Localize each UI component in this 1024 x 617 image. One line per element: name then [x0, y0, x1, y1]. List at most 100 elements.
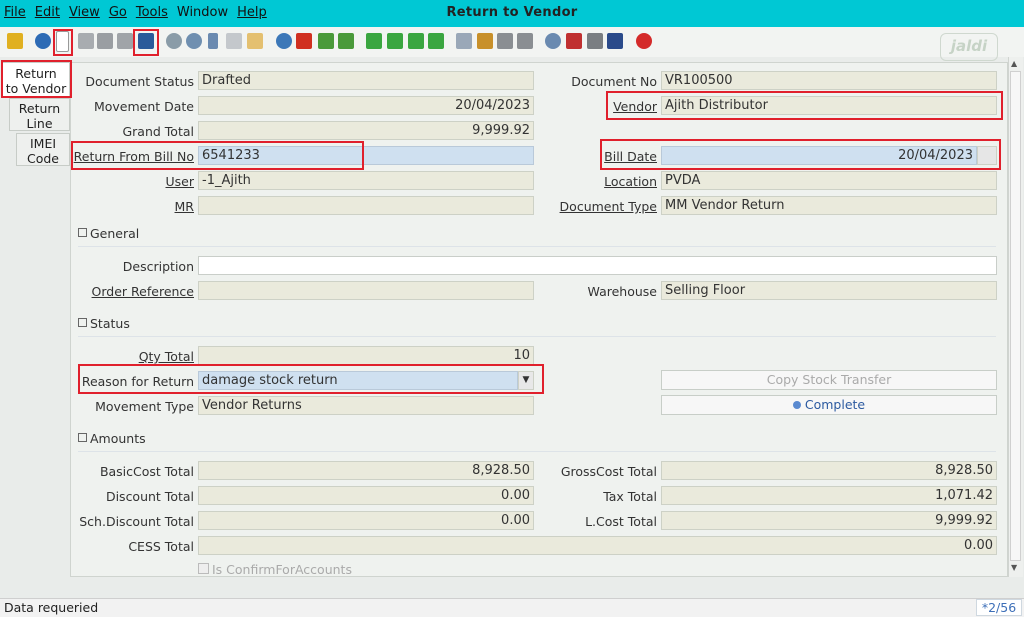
amounts-section-header[interactable]: Amounts [78, 431, 996, 452]
return-from-bill-no-label: Return From Bill No [73, 149, 194, 164]
toolbar [0, 27, 1024, 57]
home-icon[interactable] [276, 33, 292, 49]
archive-icon[interactable] [477, 33, 493, 49]
menu-file[interactable]: File [4, 5, 26, 20]
order-reference-field[interactable] [198, 281, 534, 300]
scroll-up-icon[interactable]: ▲ [1011, 59, 1017, 68]
attachment-icon[interactable] [208, 33, 218, 49]
history-icon[interactable] [247, 33, 263, 49]
tax-total-label: Tax Total [603, 489, 657, 504]
scroll-down-icon[interactable]: ▼ [1011, 563, 1017, 572]
save-icon[interactable] [138, 33, 154, 49]
document-status-label: Document Status [85, 74, 194, 89]
delete-icon[interactable] [97, 33, 113, 49]
delete-selection-icon[interactable] [117, 33, 133, 49]
menu-tools[interactable]: Tools [136, 5, 168, 20]
undo-icon[interactable] [7, 33, 23, 49]
collapse-icon [78, 433, 87, 442]
discount-total-label: Discount Total [105, 489, 194, 504]
title-bar: Return to Vendor File Edit View Go Tools… [0, 0, 1024, 27]
jaldi-logo: jaldi [940, 33, 998, 61]
qty-total-label: Qty Total [138, 349, 194, 364]
bill-date-input[interactable]: 20/04/2023 [661, 146, 977, 165]
vendor-field[interactable]: Ajith Distributor [661, 96, 997, 115]
tab-label-line1: Return [15, 66, 57, 81]
refresh-icon[interactable] [166, 33, 182, 49]
status-section-header[interactable]: Status [78, 316, 996, 337]
menu-window[interactable]: Window [177, 5, 228, 20]
mr-label: MR [174, 199, 194, 214]
sch-discount-total-field: 0.00 [198, 511, 534, 530]
tab-label-line2: Code [26, 151, 59, 166]
scroll-thumb[interactable] [1010, 71, 1021, 561]
description-input[interactable] [198, 256, 997, 275]
menu-go[interactable]: Go [109, 5, 127, 20]
workflow-icon[interactable] [566, 33, 582, 49]
description-label: Description [122, 259, 194, 274]
is-confirm-label: Is ConfirmForAccounts [212, 562, 352, 577]
report-icon[interactable] [456, 33, 472, 49]
menu-view[interactable]: View [69, 5, 100, 20]
is-confirm-for-accounts-checkbox[interactable]: Is ConfirmForAccounts [198, 562, 352, 577]
request-icon[interactable] [587, 33, 603, 49]
l-cost-total-field: 9,999.92 [661, 511, 997, 530]
document-type-field[interactable]: MM Vendor Return [661, 196, 997, 215]
status-bar: Data requeried *2/56 [0, 598, 1024, 617]
tab-label-line1: Return [18, 101, 61, 116]
movement-type-label: Movement Type [95, 399, 194, 414]
basic-cost-total-field: 8,928.50 [198, 461, 534, 480]
calendar-icon[interactable] [977, 146, 997, 165]
print-icon[interactable] [517, 33, 533, 49]
document-no-field: VR100500 [661, 71, 997, 90]
back-icon[interactable] [318, 33, 334, 49]
cess-total-field: 0.00 [198, 536, 997, 555]
copy-stock-transfer-button[interactable]: Copy Stock Transfer [661, 370, 997, 390]
user-field[interactable]: -1_Ajith [198, 171, 534, 190]
previous-record-icon[interactable] [387, 33, 403, 49]
warehouse-field[interactable]: Selling Floor [661, 281, 997, 300]
parent-icon[interactable] [296, 33, 312, 49]
checkbox-icon [198, 563, 209, 574]
first-record-icon[interactable] [366, 33, 382, 49]
general-section-header[interactable]: General [78, 226, 996, 247]
record-pager[interactable]: *2/56 [976, 599, 1022, 616]
qty-total-field: 10 [198, 346, 534, 365]
zoom-across-icon[interactable] [545, 33, 561, 49]
forward-icon[interactable] [338, 33, 354, 49]
movement-date-label: Movement Date [93, 99, 194, 114]
product-info-icon[interactable] [607, 33, 623, 49]
tab-return-to-vendor[interactable]: Return to Vendor [2, 62, 70, 98]
tab-return-line[interactable]: Return Line [9, 98, 70, 131]
general-section-title: General [90, 226, 140, 241]
user-label: User [165, 174, 195, 189]
movement-date-field[interactable]: 20/04/2023 [198, 96, 534, 115]
complete-button[interactable]: Complete [661, 395, 997, 415]
discount-total-field: 0.00 [198, 486, 534, 505]
tab-imei-code[interactable]: IMEI Code [16, 133, 70, 166]
last-record-icon[interactable] [428, 33, 444, 49]
return-from-bill-no-input[interactable]: 6541233 [198, 146, 534, 165]
tab-label-line1: IMEI [29, 136, 57, 151]
location-field[interactable]: PVDA [661, 171, 997, 190]
menu-bar: File Edit View Go Tools Window Help [4, 5, 276, 20]
tab-label-line2: Line [26, 116, 53, 131]
copy-record-icon[interactable] [78, 33, 94, 49]
l-cost-total-label: L.Cost Total [585, 514, 657, 529]
complete-label: Complete [804, 397, 866, 412]
close-window-icon[interactable] [636, 33, 652, 49]
print-preview-icon[interactable] [497, 33, 513, 49]
cess-total-label: CESS Total [128, 539, 194, 554]
reason-for-return-select[interactable]: damage stock return [198, 371, 518, 390]
mr-field[interactable] [198, 196, 534, 215]
help-icon[interactable] [35, 33, 51, 49]
menu-help[interactable]: Help [237, 5, 267, 20]
gross-cost-total-field: 8,928.50 [661, 461, 997, 480]
new-record-icon[interactable] [56, 31, 69, 52]
next-record-icon[interactable] [408, 33, 424, 49]
section-divider [78, 336, 996, 337]
menu-edit[interactable]: Edit [35, 5, 60, 20]
chat-icon[interactable] [226, 33, 242, 49]
vertical-scrollbar[interactable]: ▲ ▼ [1008, 57, 1023, 577]
chevron-down-icon[interactable]: ▼ [518, 371, 534, 390]
find-icon[interactable] [186, 33, 202, 49]
